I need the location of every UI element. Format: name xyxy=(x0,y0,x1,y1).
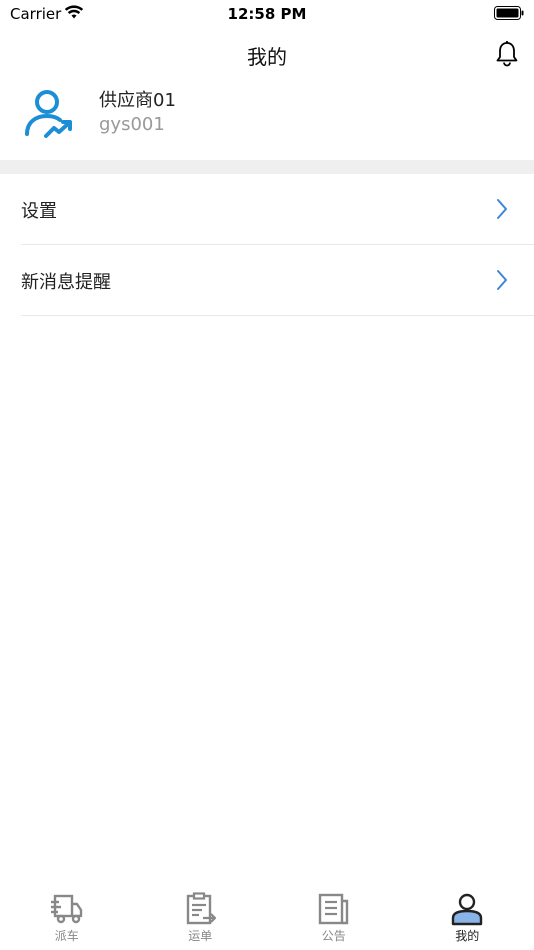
user-icon xyxy=(452,893,483,926)
menu-item-label: 设置 xyxy=(21,201,57,222)
profile-header[interactable]: 供应商01 gys001 xyxy=(0,76,534,160)
tab-label: 运单 xyxy=(188,929,213,943)
battery-icon xyxy=(494,6,524,20)
tab-label: 我的 xyxy=(455,929,480,943)
tab-bar: 派车 运单 公告 我的 xyxy=(0,880,534,950)
tab-mine[interactable]: 我的 xyxy=(401,880,534,950)
settings-menu: 设置 新消息提醒 xyxy=(0,174,534,316)
notice-icon xyxy=(318,893,348,925)
tab-dispatch[interactable]: 派车 xyxy=(0,880,134,950)
profile-name: 供应商01 xyxy=(99,90,176,111)
section-divider xyxy=(0,160,534,174)
profile-id: gys001 xyxy=(99,114,165,135)
page-title: 我的 xyxy=(247,45,287,69)
menu-item-settings[interactable]: 设置 xyxy=(21,174,534,245)
status-time: 12:58 PM xyxy=(227,5,307,23)
screen: Carrier 12:58 PM 我的 供应商01 gys001 设置 新消息提… xyxy=(0,0,534,950)
truck-icon xyxy=(50,894,82,924)
menu-item-label: 新消息提醒 xyxy=(21,272,111,293)
status-bar: Carrier 12:58 PM xyxy=(0,0,534,28)
menu-item-notifications[interactable]: 新消息提醒 xyxy=(21,245,534,316)
tab-waybill[interactable]: 运单 xyxy=(134,880,268,950)
chevron-right-icon xyxy=(497,270,507,290)
user-trend-icon xyxy=(25,90,72,138)
nav-bar: 我的 xyxy=(0,30,534,76)
tab-notice[interactable]: 公告 xyxy=(267,880,401,950)
tab-label: 公告 xyxy=(321,929,346,943)
waybill-icon xyxy=(187,892,217,925)
tab-label: 派车 xyxy=(54,929,79,943)
chevron-right-icon xyxy=(497,199,507,219)
bell-icon[interactable] xyxy=(494,40,520,68)
